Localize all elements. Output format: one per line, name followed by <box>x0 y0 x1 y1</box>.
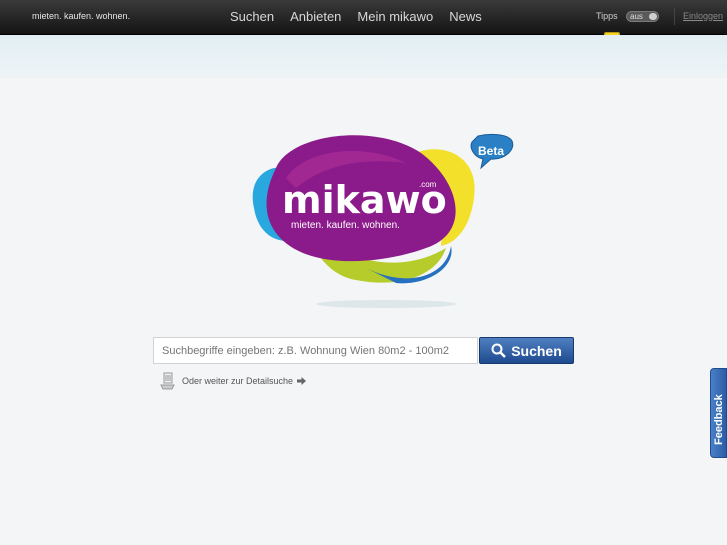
top-bar: mieten. kaufen. wohnen. Suchen Anbieten … <box>0 0 727 35</box>
logo-slogan: mieten. kaufen. wohnen. <box>291 220 400 231</box>
search-input[interactable] <box>153 337 478 364</box>
tipps-toggle[interactable]: aus <box>626 11 659 22</box>
feedback-label: Feedback <box>713 394 725 445</box>
feedback-tab[interactable]: Feedback <box>710 368 727 458</box>
nav-anbieten[interactable]: Anbieten <box>290 9 341 24</box>
toggle-label: aus <box>630 12 643 21</box>
divider <box>674 8 675 25</box>
tipps-label: Tipps <box>596 11 618 21</box>
nav-mein-mikawo[interactable]: Mein mikawo <box>357 9 433 24</box>
detail-search-label: Oder weiter zur Detailsuche <box>182 376 294 386</box>
header-band <box>0 35 727 78</box>
main-nav: Suchen Anbieten Mein mikawo News <box>230 9 482 24</box>
arrow-right-icon <box>297 377 307 385</box>
search-icon <box>491 343 507 358</box>
search-button[interactable]: Suchen <box>479 337 574 364</box>
detail-search-icon <box>160 372 175 390</box>
nav-suchen[interactable]: Suchen <box>230 9 274 24</box>
tagline: mieten. kaufen. wohnen. <box>32 11 131 21</box>
detail-search-link[interactable]: Oder weiter zur Detailsuche <box>160 372 307 390</box>
login-link[interactable]: Einloggen <box>683 11 723 21</box>
beta-label: Beta <box>478 144 504 158</box>
nav-news[interactable]: News <box>449 9 482 24</box>
logo-domain: .com <box>419 180 437 189</box>
mikawo-logo: mikawo .com mieten. kaufen. wohnen. Beta <box>252 133 514 308</box>
logo-shadow <box>316 300 456 308</box>
toggle-knob <box>649 13 657 20</box>
search-button-label: Suchen <box>511 342 562 359</box>
